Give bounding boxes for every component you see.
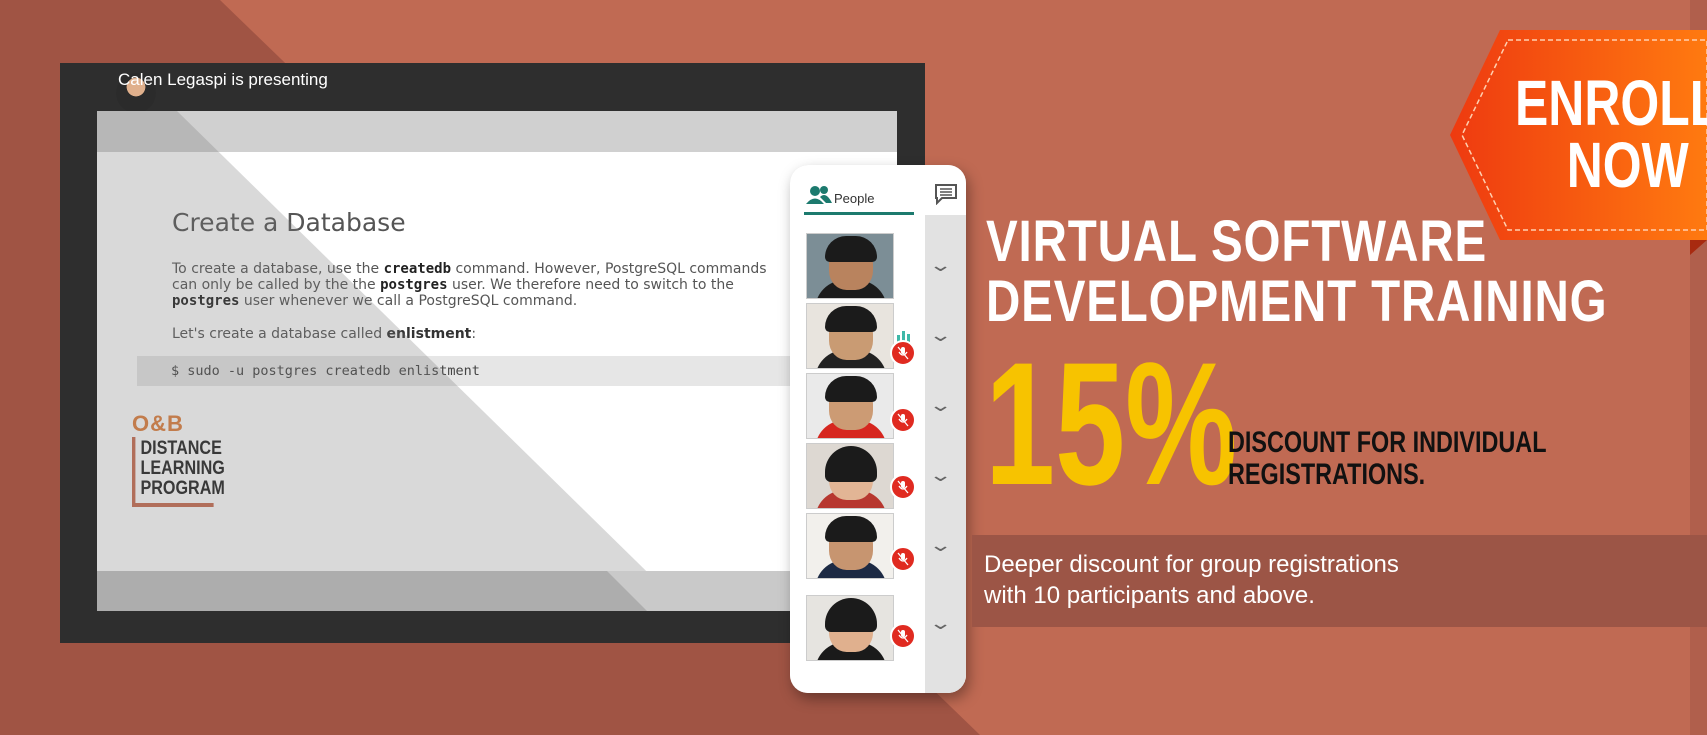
panel-tab-bar: People: [790, 165, 966, 215]
slide-command: postgres: [380, 277, 448, 293]
participant-tile[interactable]: [806, 595, 894, 661]
shared-slide: Create a Database To create a database, …: [97, 111, 897, 571]
cta-line: NOW: [1566, 129, 1689, 201]
slide-paragraph-2: Let's create a database called enlistmen…: [172, 326, 476, 342]
chevron-down-icon[interactable]: ⌄: [928, 325, 952, 346]
slide-code-block: $ sudo -u postgres createdb enlistment: [137, 356, 877, 386]
tab-people[interactable]: People: [804, 185, 914, 215]
mic-off-icon: [890, 340, 916, 366]
participant-list: ⌄ ⌄ ⌄ ⌄ ⌄ ⌄: [790, 215, 966, 693]
olb-logo: O&B DISTANCE LEARNING PROGRAM: [132, 411, 228, 507]
chat-icon[interactable]: [934, 183, 958, 205]
group-line: Deeper discount for group registrations: [984, 551, 1399, 578]
mic-off-icon: [890, 623, 916, 649]
participant-tile[interactable]: [806, 443, 894, 509]
logo-line: DISTANCE: [140, 438, 222, 459]
presenter-status: Calen Legaspi is presenting: [118, 70, 328, 89]
cta-line: ENROLL: [1515, 67, 1707, 139]
chevron-down-icon[interactable]: ⌄: [928, 465, 952, 486]
people-tab-label: People: [834, 191, 875, 206]
logo-line: PROGRAM: [140, 478, 225, 499]
logo-line: LEARNING: [140, 458, 225, 479]
slide-db-name: enlistment: [386, 326, 472, 342]
mic-off-icon: [890, 546, 916, 572]
discount-line: DISCOUNT FOR INDIVIDUAL: [1228, 426, 1547, 459]
participant-tile[interactable]: [806, 513, 894, 579]
mic-off-icon: [890, 474, 916, 500]
participant-tile[interactable]: [806, 303, 894, 369]
chevron-down-icon[interactable]: ⌄: [928, 395, 952, 416]
discount-line: REGISTRATIONS.: [1228, 458, 1426, 491]
people-icon: [806, 186, 832, 204]
slide-paragraph: To create a database, use the createdb c…: [172, 261, 772, 309]
slide-text: To create a database, use the: [172, 261, 384, 277]
logo-wordmark: DISTANCE LEARNING PROGRAM: [132, 437, 225, 507]
bottom-overlay: [97, 571, 647, 611]
group-discount-text: Deeper discount for group registrations …: [984, 549, 1399, 611]
chevron-down-icon[interactable]: ⌄: [928, 613, 952, 634]
slide-top-bar: [97, 111, 897, 152]
logo-mark: O&B: [132, 411, 184, 436]
participant-tile[interactable]: [806, 233, 894, 299]
discount-label: DISCOUNT FOR INDIVIDUAL REGISTRATIONS.: [1228, 427, 1546, 491]
mic-off-icon: [890, 407, 916, 433]
slide-text: user. We therefore need to switch to the: [447, 277, 734, 293]
chevron-down-icon[interactable]: ⌄: [928, 255, 952, 276]
headline-line: DEVELOPMENT TRAINING: [986, 269, 1608, 334]
participant-tile[interactable]: [806, 373, 894, 439]
group-line: with 10 participants and above.: [984, 582, 1315, 609]
chevron-down-icon[interactable]: ⌄: [928, 535, 952, 556]
slide-command: createdb: [383, 261, 452, 277]
slide-text: Let's create a database called: [172, 326, 387, 342]
slide-text: :: [471, 326, 477, 342]
enroll-now-label[interactable]: ENROLL NOW: [1515, 67, 1707, 201]
people-panel: People ⌄ ⌄ ⌄ ⌄ ⌄ ⌄: [790, 165, 966, 693]
slide-title: Create a Database: [172, 208, 406, 237]
slide-text: user whenever we call a PostgreSQL comma…: [239, 293, 578, 309]
slide-command: postgres: [172, 293, 240, 309]
discount-percent: 15%: [985, 327, 1238, 522]
